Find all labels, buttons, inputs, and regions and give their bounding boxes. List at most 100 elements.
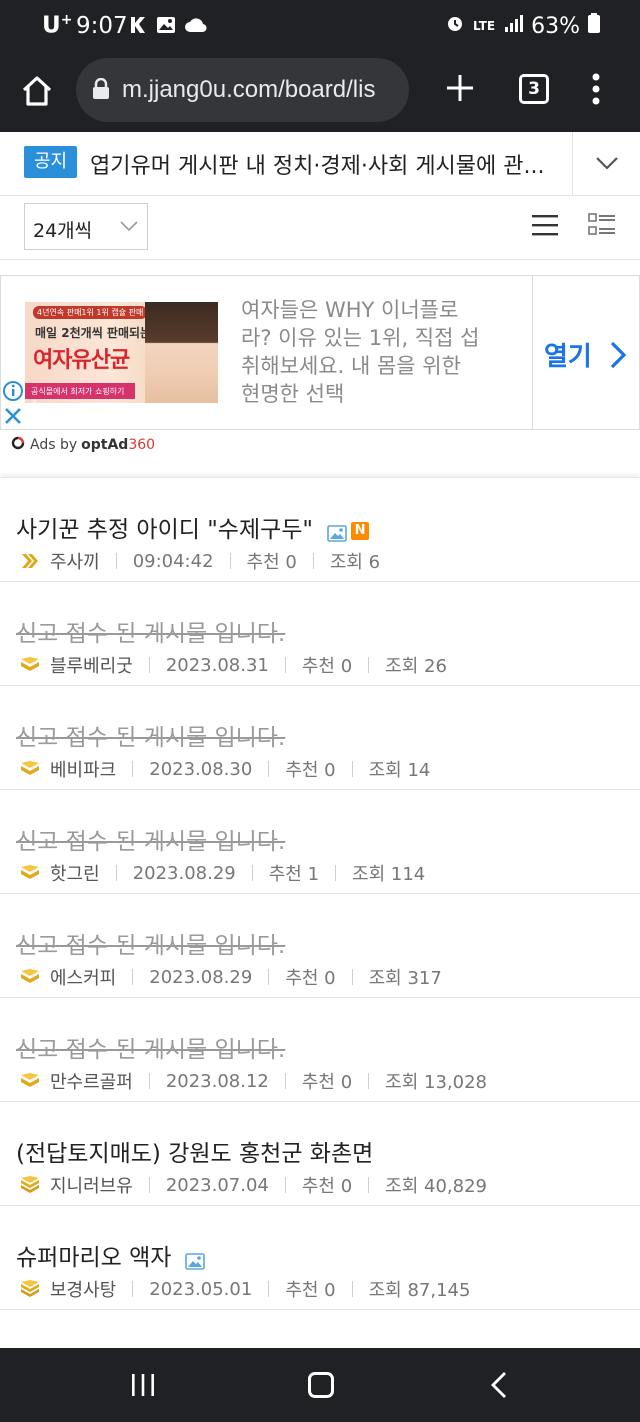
battery-label: 63%	[531, 13, 580, 39]
ad-image[interactable]: 4년연속 판매1위 1위 캡슐 판매 매일 2천개씩 판매되는 여자유산균 공식…	[25, 302, 218, 403]
per-page-value: 24개씩	[33, 220, 93, 242]
post-recommend: 추천 0	[285, 1280, 336, 1301]
notice-bar[interactable]: 공지 엽기유머 게시판 내 정치·경제·사회 게시물에 관...	[0, 132, 640, 196]
list-view-icon[interactable]	[530, 214, 560, 236]
signal-icon	[503, 13, 524, 39]
level-icon	[20, 864, 40, 882]
post-meta: 지니러브유 2023.07.04 추천 0 조회 40,829	[20, 1172, 487, 1198]
divider	[229, 553, 231, 569]
ad-close-icon[interactable]	[1, 404, 25, 428]
post-title-text[interactable]: 사기꾼 추정 아이디 "수제구두"	[16, 517, 313, 543]
post-meta: 주사끼 09:04:42 추천 0 조회 6	[20, 548, 380, 574]
post-author[interactable]: 지니러브유	[50, 1172, 133, 1198]
url-text[interactable]: m.jjang0u.com/board/lis	[122, 76, 375, 104]
ads-by-label[interactable]: Ads by optAd360	[10, 435, 155, 455]
ad-open-button[interactable]: 열기	[544, 336, 592, 373]
divider	[351, 761, 353, 777]
post-meta: 보경사탕 2023.05.01 추천 0 조회 87,145	[20, 1276, 470, 1302]
post-row[interactable]: 신고 접수 된 게시물 입니다. 핫그린 2023.08.29 추천 1 조회 114	[0, 790, 640, 894]
post-meta: 베비파크 2023.08.30 추천 0 조회 14	[20, 756, 430, 782]
carrier-label: U+	[42, 12, 73, 39]
post-title[interactable]: 사기꾼 추정 아이디 "수제구두" N	[16, 510, 370, 544]
post-row[interactable]: 사기꾼 추정 아이디 "수제구두" N 주사끼 09:04:42 추천 0 조회 6	[0, 478, 640, 582]
divider	[132, 969, 134, 985]
back-icon[interactable]	[490, 1371, 508, 1399]
post-title-text[interactable]: (전답토지매도) 강원도 홍천군 화촌면	[16, 1141, 373, 1167]
post-date: 2023.05.01	[149, 1278, 253, 1300]
image-attachment-icon	[327, 522, 347, 542]
alarm-icon	[445, 13, 465, 39]
notice-text[interactable]: 엽기유머 게시판 내 정치·경제·사회 게시물에 관...	[90, 148, 565, 180]
divider	[132, 761, 134, 777]
post-recommend: 추천 1	[268, 864, 320, 885]
ad-image-sub: 매일 2천개씩 판매되는	[35, 326, 152, 340]
level-icon	[20, 656, 40, 674]
divider	[148, 1177, 150, 1193]
ad-description[interactable]: 여자들은 WHY 이너플로라? 이유 있는 1위, 직접 섭취해보세요. 내 몸…	[241, 296, 481, 408]
divider	[532, 276, 533, 429]
post-row[interactable]: (전답토지매도) 강원도 홍천군 화촌면지니러브유 2023.07.04 추천 0 조…	[0, 1102, 640, 1206]
post-title[interactable]: 신고 접수 된 게시물 입니다.	[16, 822, 285, 856]
chevron-right-icon[interactable]	[608, 340, 628, 370]
ads-brand: optAd360	[81, 437, 156, 453]
divider	[351, 969, 353, 985]
post-title[interactable]: (전답토지매도) 강원도 홍천군 화촌면	[16, 1134, 373, 1168]
post-author[interactable]: 블루베리굿	[50, 652, 133, 678]
post-row[interactable]: 신고 접수 된 게시물 입니다. 블루베리굿 2023.08.31 추천 0 조회 26	[0, 582, 640, 686]
post-author[interactable]: 보경사탕	[50, 1276, 116, 1302]
post-title-text[interactable]: 신고 접수 된 게시물 입니다.	[16, 621, 285, 647]
post-views: 조회 6	[329, 552, 381, 573]
level-icon	[20, 968, 40, 986]
divider	[351, 1281, 353, 1297]
card-view-icon[interactable]	[588, 213, 616, 237]
post-row[interactable]: 신고 접수 된 게시물 입니다. 만수르골퍼 2023.08.12 추천 0 조회 13…	[0, 998, 640, 1102]
new-tab-icon[interactable]	[444, 72, 476, 104]
home-icon[interactable]	[20, 74, 54, 108]
lock-icon[interactable]	[92, 77, 110, 100]
post-views: 조회 26	[385, 656, 447, 677]
post-author[interactable]: 주사끼	[50, 548, 100, 574]
post-title-text[interactable]: 신고 접수 된 게시물 입니다.	[16, 1037, 285, 1063]
post-title[interactable]: 신고 접수 된 게시물 입니다.	[16, 926, 285, 960]
post-views: 조회 87,145	[368, 1280, 471, 1301]
post-title[interactable]: 신고 접수 된 게시물 입니다.	[16, 718, 285, 752]
per-page-select[interactable]: 24개씩	[24, 203, 148, 250]
post-author[interactable]: 핫그린	[50, 860, 100, 886]
post-title[interactable]: 슈퍼마리오 액자	[16, 1238, 206, 1272]
post-author[interactable]: 에스커피	[50, 964, 116, 990]
ad-info-icon[interactable]	[1, 379, 25, 403]
post-title-text[interactable]: 신고 접수 된 게시물 입니다.	[16, 933, 285, 959]
post-list: 사기꾼 추정 아이디 "수제구두" N 주사끼 09:04:42 추천 0 조회 6 신고 …	[0, 477, 640, 1414]
post-row[interactable]: 신고 접수 된 게시물 입니다. 베비파크 2023.08.30 추천 0 조회 14	[0, 686, 640, 790]
chevron-down-icon	[119, 218, 139, 234]
ads-by-text: Ads by	[30, 437, 78, 453]
notice-badge: 공지	[24, 146, 77, 178]
more-menu-icon[interactable]	[588, 72, 604, 106]
post-title[interactable]: 신고 접수 된 게시물 입니다.	[16, 1030, 285, 1064]
ad-image-main: 여자유산균	[33, 348, 130, 373]
optad-logo-icon	[10, 435, 26, 455]
gallery-icon	[156, 15, 176, 35]
divider	[572, 132, 573, 196]
post-title[interactable]: 신고 접수 된 게시물 입니다.	[16, 614, 285, 648]
home-button-icon[interactable]	[308, 1372, 334, 1398]
chevron-down-icon[interactable]	[594, 150, 620, 176]
post-title-text[interactable]: 신고 접수 된 게시물 입니다.	[16, 829, 285, 855]
browser-toolbar: m.jjang0u.com/board/lis 3	[0, 54, 640, 132]
address-bar[interactable]: m.jjang0u.com/board/lis	[76, 58, 409, 122]
recent-apps-icon[interactable]	[130, 1373, 156, 1397]
post-row[interactable]: 신고 접수 된 게시물 입니다. 에스커피 2023.08.29 추천 0 조회 317	[0, 894, 640, 998]
ad-banner[interactable]: 4년연속 판매1위 1위 캡슐 판매 매일 2천개씩 판매되는 여자유산균 공식…	[0, 275, 640, 430]
tab-switcher-button[interactable]: 3	[519, 74, 549, 104]
post-title-text[interactable]: 신고 접수 된 게시물 입니다.	[16, 725, 285, 751]
cloud-icon	[184, 15, 207, 35]
level-icon	[20, 760, 40, 778]
post-row[interactable]: 슈퍼마리오 액자보경사탕 2023.05.01 추천 0 조회 87,145	[0, 1206, 640, 1310]
battery-icon	[588, 13, 600, 39]
post-recommend: 추천 0	[285, 968, 336, 989]
level-icon	[20, 1280, 40, 1298]
post-author[interactable]: 베비파크	[50, 756, 116, 782]
divider	[115, 553, 117, 569]
post-author[interactable]: 만수르골퍼	[50, 1068, 133, 1094]
post-title-text[interactable]: 슈퍼마리오 액자	[16, 1245, 171, 1271]
